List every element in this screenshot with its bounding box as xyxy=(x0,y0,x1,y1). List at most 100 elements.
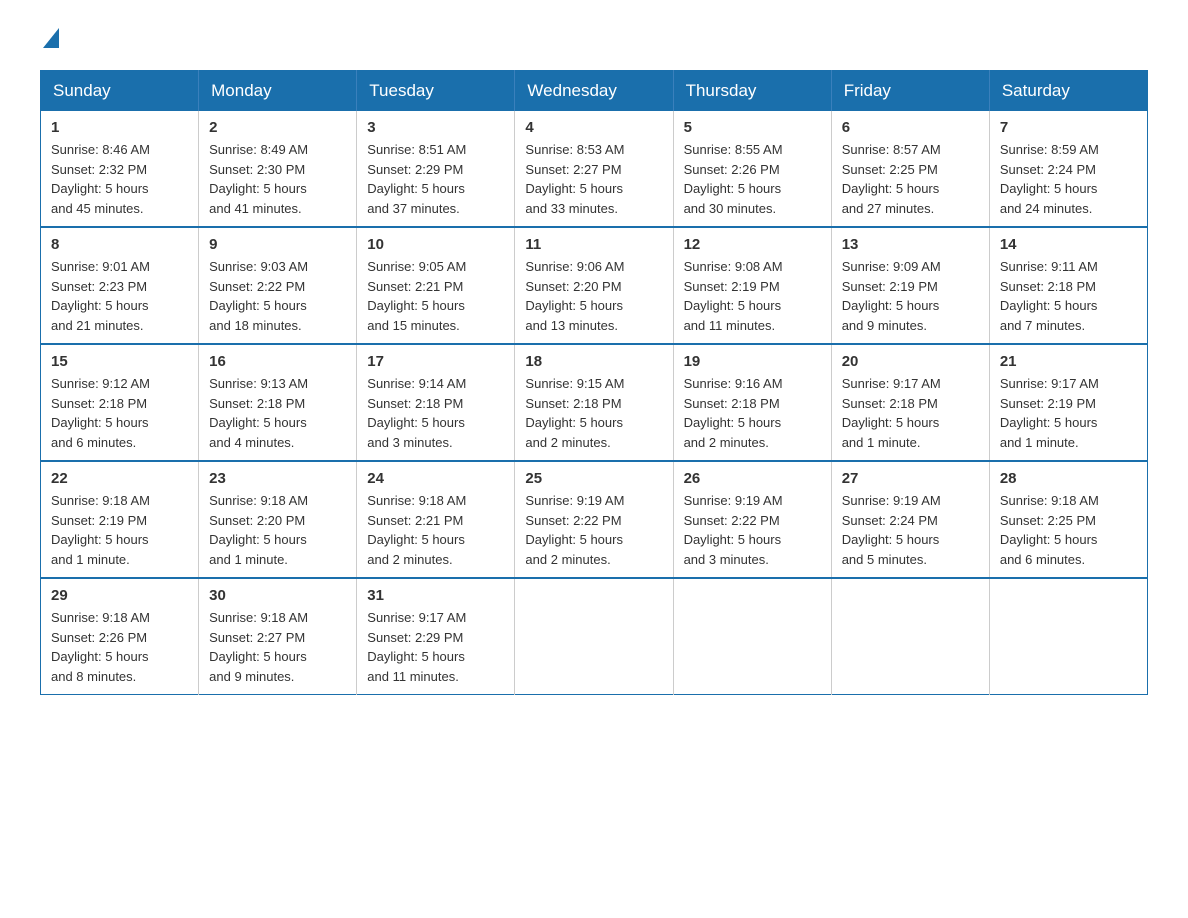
day-number: 29 xyxy=(51,587,188,604)
day-number: 12 xyxy=(684,236,821,253)
day-number: 15 xyxy=(51,353,188,370)
day-info: Sunrise: 9:19 AM Sunset: 2:24 PM Dayligh… xyxy=(842,491,979,569)
calendar-cell: 21 Sunrise: 9:17 AM Sunset: 2:19 PM Dayli… xyxy=(989,344,1147,461)
day-info: Sunrise: 8:59 AM Sunset: 2:24 PM Dayligh… xyxy=(1000,140,1137,218)
calendar-cell: 14 Sunrise: 9:11 AM Sunset: 2:18 PM Dayli… xyxy=(989,227,1147,344)
day-info: Sunrise: 9:14 AM Sunset: 2:18 PM Dayligh… xyxy=(367,374,504,452)
calendar-cell: 31 Sunrise: 9:17 AM Sunset: 2:29 PM Dayli… xyxy=(357,578,515,695)
day-number: 22 xyxy=(51,470,188,487)
day-info: Sunrise: 9:18 AM Sunset: 2:26 PM Dayligh… xyxy=(51,608,188,686)
day-info: Sunrise: 9:16 AM Sunset: 2:18 PM Dayligh… xyxy=(684,374,821,452)
weekday-header: Saturday xyxy=(989,71,1147,112)
day-number: 21 xyxy=(1000,353,1137,370)
calendar-cell: 26 Sunrise: 9:19 AM Sunset: 2:22 PM Dayli… xyxy=(673,461,831,578)
page-header xyxy=(40,30,1148,50)
calendar-cell: 7 Sunrise: 8:59 AM Sunset: 2:24 PM Daylig… xyxy=(989,111,1147,227)
calendar-cell xyxy=(831,578,989,695)
day-info: Sunrise: 9:18 AM Sunset: 2:20 PM Dayligh… xyxy=(209,491,346,569)
day-number: 19 xyxy=(684,353,821,370)
calendar-cell: 15 Sunrise: 9:12 AM Sunset: 2:18 PM Dayli… xyxy=(41,344,199,461)
calendar-week-row: 15 Sunrise: 9:12 AM Sunset: 2:18 PM Dayli… xyxy=(41,344,1148,461)
weekday-header: Friday xyxy=(831,71,989,112)
calendar-cell xyxy=(673,578,831,695)
day-info: Sunrise: 9:17 AM Sunset: 2:29 PM Dayligh… xyxy=(367,608,504,686)
weekday-header: Tuesday xyxy=(357,71,515,112)
calendar-week-row: 8 Sunrise: 9:01 AM Sunset: 2:23 PM Daylig… xyxy=(41,227,1148,344)
calendar-cell: 29 Sunrise: 9:18 AM Sunset: 2:26 PM Dayli… xyxy=(41,578,199,695)
calendar-cell: 17 Sunrise: 9:14 AM Sunset: 2:18 PM Dayli… xyxy=(357,344,515,461)
calendar-cell: 18 Sunrise: 9:15 AM Sunset: 2:18 PM Dayli… xyxy=(515,344,673,461)
day-number: 7 xyxy=(1000,119,1137,136)
day-number: 11 xyxy=(525,236,662,253)
day-info: Sunrise: 8:46 AM Sunset: 2:32 PM Dayligh… xyxy=(51,140,188,218)
day-number: 17 xyxy=(367,353,504,370)
calendar-cell: 22 Sunrise: 9:18 AM Sunset: 2:19 PM Dayli… xyxy=(41,461,199,578)
logo-triangle-icon xyxy=(43,28,59,48)
day-info: Sunrise: 9:13 AM Sunset: 2:18 PM Dayligh… xyxy=(209,374,346,452)
day-info: Sunrise: 9:19 AM Sunset: 2:22 PM Dayligh… xyxy=(525,491,662,569)
day-number: 27 xyxy=(842,470,979,487)
day-number: 8 xyxy=(51,236,188,253)
day-info: Sunrise: 9:17 AM Sunset: 2:19 PM Dayligh… xyxy=(1000,374,1137,452)
day-number: 9 xyxy=(209,236,346,253)
calendar-cell: 25 Sunrise: 9:19 AM Sunset: 2:22 PM Dayli… xyxy=(515,461,673,578)
calendar-cell: 13 Sunrise: 9:09 AM Sunset: 2:19 PM Dayli… xyxy=(831,227,989,344)
day-info: Sunrise: 9:09 AM Sunset: 2:19 PM Dayligh… xyxy=(842,257,979,335)
day-info: Sunrise: 8:57 AM Sunset: 2:25 PM Dayligh… xyxy=(842,140,979,218)
day-info: Sunrise: 9:03 AM Sunset: 2:22 PM Dayligh… xyxy=(209,257,346,335)
calendar-week-row: 29 Sunrise: 9:18 AM Sunset: 2:26 PM Dayli… xyxy=(41,578,1148,695)
day-info: Sunrise: 9:06 AM Sunset: 2:20 PM Dayligh… xyxy=(525,257,662,335)
logo xyxy=(40,30,59,50)
calendar-cell: 10 Sunrise: 9:05 AM Sunset: 2:21 PM Dayli… xyxy=(357,227,515,344)
day-number: 1 xyxy=(51,119,188,136)
calendar-week-row: 22 Sunrise: 9:18 AM Sunset: 2:19 PM Dayli… xyxy=(41,461,1148,578)
day-number: 6 xyxy=(842,119,979,136)
calendar-cell: 9 Sunrise: 9:03 AM Sunset: 2:22 PM Daylig… xyxy=(199,227,357,344)
day-info: Sunrise: 9:05 AM Sunset: 2:21 PM Dayligh… xyxy=(367,257,504,335)
day-number: 23 xyxy=(209,470,346,487)
calendar-cell: 1 Sunrise: 8:46 AM Sunset: 2:32 PM Daylig… xyxy=(41,111,199,227)
calendar-cell: 16 Sunrise: 9:13 AM Sunset: 2:18 PM Dayli… xyxy=(199,344,357,461)
day-info: Sunrise: 9:15 AM Sunset: 2:18 PM Dayligh… xyxy=(525,374,662,452)
calendar-cell: 30Sunrise: 9:18 AM Sunset: 2:27 PM Dayli… xyxy=(199,578,357,695)
calendar-cell: 19 Sunrise: 9:16 AM Sunset: 2:18 PM Dayli… xyxy=(673,344,831,461)
day-number: 31 xyxy=(367,587,504,604)
calendar-cell: 24Sunrise: 9:18 AM Sunset: 2:21 PM Dayli… xyxy=(357,461,515,578)
calendar-cell: 5Sunrise: 8:55 AM Sunset: 2:26 PM Daylig… xyxy=(673,111,831,227)
weekday-header: Wednesday xyxy=(515,71,673,112)
day-number: 10 xyxy=(367,236,504,253)
day-info: Sunrise: 9:18 AM Sunset: 2:19 PM Dayligh… xyxy=(51,491,188,569)
day-number: 28 xyxy=(1000,470,1137,487)
day-info: Sunrise: 9:11 AM Sunset: 2:18 PM Dayligh… xyxy=(1000,257,1137,335)
calendar-table: SundayMondayTuesdayWednesdayThursdayFrid… xyxy=(40,70,1148,695)
calendar-cell xyxy=(989,578,1147,695)
calendar-cell: 8 Sunrise: 9:01 AM Sunset: 2:23 PM Daylig… xyxy=(41,227,199,344)
day-number: 16 xyxy=(209,353,346,370)
calendar-cell: 4 Sunrise: 8:53 AM Sunset: 2:27 PM Daylig… xyxy=(515,111,673,227)
calendar-cell: 20 Sunrise: 9:17 AM Sunset: 2:18 PM Dayli… xyxy=(831,344,989,461)
calendar-cell: 12 Sunrise: 9:08 AM Sunset: 2:19 PM Dayli… xyxy=(673,227,831,344)
day-info: Sunrise: 9:08 AM Sunset: 2:19 PM Dayligh… xyxy=(684,257,821,335)
day-info: Sunrise: 9:17 AM Sunset: 2:18 PM Dayligh… xyxy=(842,374,979,452)
calendar-cell: 11 Sunrise: 9:06 AM Sunset: 2:20 PM Dayli… xyxy=(515,227,673,344)
day-number: 4 xyxy=(525,119,662,136)
day-number: 25 xyxy=(525,470,662,487)
calendar-week-row: 1 Sunrise: 8:46 AM Sunset: 2:32 PM Daylig… xyxy=(41,111,1148,227)
day-info: Sunrise: 9:01 AM Sunset: 2:23 PM Dayligh… xyxy=(51,257,188,335)
day-info: Sunrise: 8:53 AM Sunset: 2:27 PM Dayligh… xyxy=(525,140,662,218)
day-info: Sunrise: 9:12 AM Sunset: 2:18 PM Dayligh… xyxy=(51,374,188,452)
day-info: Sunrise: 9:19 AM Sunset: 2:22 PM Dayligh… xyxy=(684,491,821,569)
day-number: 20 xyxy=(842,353,979,370)
day-info: Sunrise: 8:49 AM Sunset: 2:30 PM Dayligh… xyxy=(209,140,346,218)
calendar-header-row: SundayMondayTuesdayWednesdayThursdayFrid… xyxy=(41,71,1148,112)
day-number: 14 xyxy=(1000,236,1137,253)
calendar-cell: 23 Sunrise: 9:18 AM Sunset: 2:20 PM Dayli… xyxy=(199,461,357,578)
calendar-cell: 6 Sunrise: 8:57 AM Sunset: 2:25 PM Daylig… xyxy=(831,111,989,227)
day-number: 26 xyxy=(684,470,821,487)
day-number: 18 xyxy=(525,353,662,370)
day-info: Sunrise: 9:18 AM Sunset: 2:27 PM Dayligh… xyxy=(209,608,346,686)
day-number: 3 xyxy=(367,119,504,136)
day-number: 13 xyxy=(842,236,979,253)
weekday-header: Sunday xyxy=(41,71,199,112)
day-number: 5 xyxy=(684,119,821,136)
